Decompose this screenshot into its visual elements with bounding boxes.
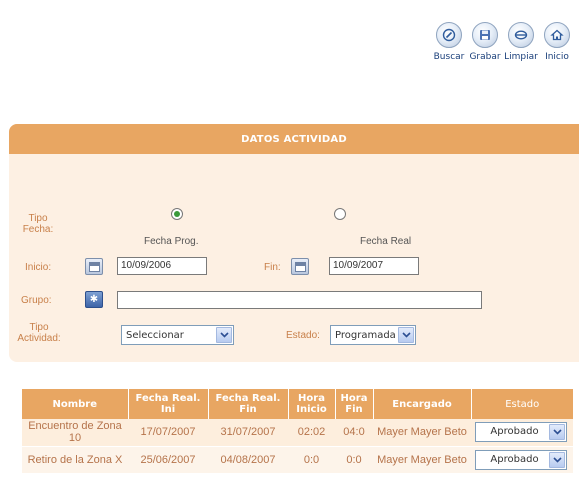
- row-estado-select[interactable]: Aprobado: [475, 422, 567, 443]
- table-row[interactable]: Retiro de la Zona X 25/06/2007 04/08/200…: [22, 446, 573, 473]
- grupo-picker-button[interactable]: ✱: [85, 291, 103, 308]
- cell-nombre: Encuentro de Zona 10: [22, 419, 128, 447]
- cell-hora-inicio: 0:0: [288, 446, 335, 473]
- cell-fecha-fin: 04/08/2007: [208, 446, 288, 473]
- cell-fecha-ini: 25/06/2007: [128, 446, 208, 473]
- tipo-actividad-select[interactable]: Seleccionar: [121, 325, 234, 345]
- cell-hora-fin: 0:0: [335, 446, 373, 473]
- row-estado-select[interactable]: Aprobado: [475, 449, 567, 470]
- panel-header: DATOS ACTIVIDAD: [9, 124, 579, 154]
- buscar-label: Buscar: [433, 52, 465, 62]
- limpiar-label: Limpiar: [504, 52, 538, 62]
- tipo-fecha-label: Tipo Fecha:: [22, 213, 54, 235]
- inicio-button[interactable]: Inicio: [541, 22, 573, 62]
- tipo-actividad-label: Tipo Actividad:: [17, 322, 61, 344]
- chevron-down-icon[interactable]: [398, 327, 414, 343]
- chevron-down-icon[interactable]: [549, 424, 565, 441]
- fin-label: Fin:: [264, 262, 281, 273]
- estado-label: Estado:: [286, 330, 320, 341]
- grabar-label: Grabar: [469, 52, 501, 62]
- cell-fecha-ini: 17/07/2007: [128, 419, 208, 447]
- column-header-hora-inicio[interactable]: Hora Inicio: [288, 389, 336, 419]
- column-header-fecha-ini[interactable]: Fecha Real. Ini: [128, 389, 209, 419]
- buscar-button[interactable]: Buscar: [433, 22, 465, 62]
- cell-encargado: Mayer Mayer Beto: [373, 419, 471, 447]
- tipo-actividad-value: Seleccionar: [126, 329, 184, 341]
- cell-estado: Aprobado: [471, 419, 573, 447]
- estado-value: Programada: [335, 329, 396, 341]
- grabar-button[interactable]: Grabar: [469, 22, 501, 62]
- cell-encargado: Mayer Mayer Beto: [373, 446, 471, 473]
- column-header-encargado[interactable]: Encargado: [373, 389, 472, 419]
- limpiar-button[interactable]: Limpiar: [504, 22, 538, 62]
- fecha-prog-radio[interactable]: [171, 208, 183, 220]
- table-row[interactable]: Encuentro de Zona 10 17/07/2007 31/07/20…: [22, 419, 573, 447]
- inicio-date-input[interactable]: 10/09/2006: [117, 257, 207, 275]
- row-estado-value: Aprobado: [490, 426, 539, 438]
- inicio-label: Inicio: [545, 52, 569, 62]
- grupo-input[interactable]: [117, 291, 482, 309]
- cell-estado: Aprobado: [471, 446, 573, 473]
- cell-hora-inicio: 02:02: [288, 419, 335, 447]
- chevron-down-icon[interactable]: [549, 451, 565, 468]
- clear-icon: [508, 22, 534, 48]
- fecha-real-radio[interactable]: [334, 208, 346, 220]
- fecha-prog-label: Fecha Prog.: [144, 236, 199, 247]
- cell-hora-fin: 04:0: [335, 419, 373, 447]
- column-header-nombre[interactable]: Nombre: [22, 389, 129, 419]
- asterisk-icon: ✱: [89, 293, 99, 305]
- fecha-real-label: Fecha Real: [360, 236, 412, 247]
- cell-fecha-fin: 31/07/2007: [208, 419, 288, 447]
- column-header-hora-fin[interactable]: Hora Fin: [335, 389, 374, 419]
- actividades-table: Nombre Fecha Real. Ini Fecha Real. Fin H…: [22, 389, 573, 473]
- fin-date-input[interactable]: 10/09/2007: [329, 257, 419, 275]
- fin-calendar-icon[interactable]: [291, 258, 309, 275]
- column-header-estado[interactable]: Estado: [471, 389, 573, 419]
- chevron-down-icon[interactable]: [216, 327, 232, 343]
- search-icon: [436, 22, 462, 48]
- estado-select[interactable]: Programada: [330, 325, 416, 345]
- inicio-label: Inicio:: [25, 262, 52, 273]
- save-icon: [472, 22, 498, 48]
- table-header-row: Nombre Fecha Real. Ini Fecha Real. Fin H…: [22, 389, 573, 419]
- column-header-fecha-fin[interactable]: Fecha Real. Fin: [208, 389, 289, 419]
- panel-title: DATOS ACTIVIDAD: [241, 133, 347, 145]
- row-estado-value: Aprobado: [490, 453, 539, 465]
- toolbar: Buscar Grabar Limpiar Inicio: [433, 22, 573, 62]
- inicio-calendar-icon[interactable]: [85, 258, 103, 275]
- home-icon: [544, 22, 570, 48]
- grupo-label: Grupo:: [21, 295, 52, 306]
- cell-nombre: Retiro de la Zona X: [22, 446, 128, 473]
- datos-actividad-panel: DATOS ACTIVIDAD Tipo Fecha: Fecha Prog. …: [9, 124, 579, 362]
